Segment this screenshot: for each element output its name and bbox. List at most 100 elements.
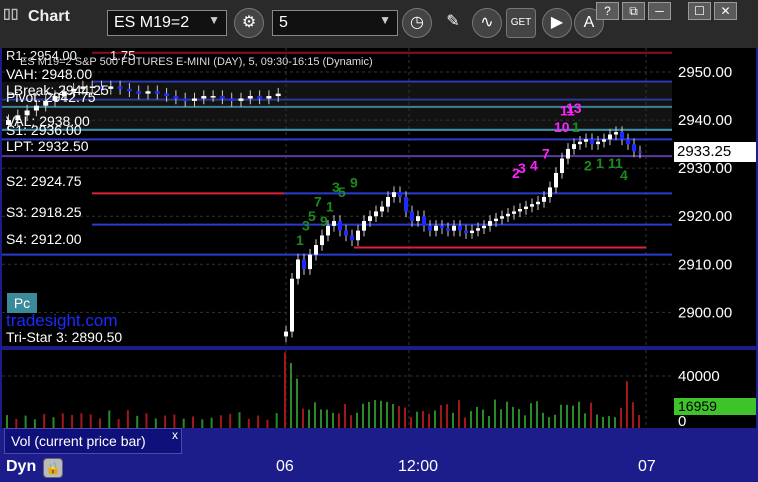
- setup-count-label: 4: [620, 167, 628, 183]
- time-axis[interactable]: Dyn 🔒 06 12:00 07: [0, 454, 758, 482]
- help-button[interactable]: ?: [596, 2, 619, 20]
- volume-bar: [6, 415, 8, 428]
- volume-bar: [626, 381, 628, 428]
- volume-bar: [61, 413, 64, 428]
- volume-bar: [332, 412, 334, 428]
- candle-up: [386, 197, 390, 207]
- setup-count-label: 7: [542, 146, 550, 162]
- volume-bar: [566, 404, 568, 428]
- price-tick-label: 2920.00: [678, 208, 732, 225]
- watermark: tradesight.com: [6, 311, 118, 330]
- chevron-down-icon: ▼: [379, 13, 391, 27]
- candle-up: [434, 225, 438, 231]
- candle-down: [302, 259, 306, 270]
- volume-bar: [362, 403, 364, 428]
- volume-bar: [458, 400, 460, 428]
- symbol-select[interactable]: ES M19=2 ▼: [107, 10, 227, 36]
- chevron-down-icon: ▼: [208, 13, 220, 27]
- volume-chart[interactable]: [2, 350, 672, 428]
- draw-button[interactable]: ✎: [438, 8, 468, 38]
- candle-up: [524, 206, 528, 210]
- candle-up: [452, 225, 456, 231]
- volume-tick-label: 0: [678, 413, 686, 428]
- price-axis[interactable]: 2950.00 2940.00 2930.00 2920.00 2910.00 2900.…: [672, 48, 756, 346]
- s4-label: S4: 2912.00: [6, 231, 82, 247]
- volume-pane[interactable]: [2, 350, 672, 428]
- price-pane[interactable]: 1 3 5 7 9 1 3 5 9 2 3 4 7 10 11 13 1 2 1 11 4 R1: 2954.00 1.…: [2, 48, 672, 346]
- candle-down: [154, 91, 160, 94]
- candle-down: [626, 139, 630, 145]
- restore-button[interactable]: ⧉: [622, 2, 645, 20]
- minimize-button[interactable]: ─: [648, 2, 671, 20]
- volume-bar: [524, 415, 526, 428]
- candle-up: [275, 93, 281, 97]
- volume-bar: [506, 401, 508, 428]
- volume-bar: [584, 413, 586, 428]
- volume-bar: [43, 414, 46, 428]
- candle-up: [108, 86, 114, 89]
- candle-down: [117, 86, 123, 89]
- setup-count-label: 7: [314, 194, 322, 210]
- maximize-button[interactable]: ☐: [688, 2, 711, 20]
- title-bar: ▯▯ Chart ES M19=2 ▼ ⚙ 5 ▼ ◷ ✎ ∿ GET ▶ A …: [0, 0, 758, 48]
- candle-down: [219, 96, 225, 99]
- candle-up: [536, 201, 540, 205]
- candle-down: [126, 88, 132, 92]
- setup-count-label: 9: [350, 174, 358, 190]
- drag-handle-icon[interactable]: ▯▯: [3, 5, 18, 22]
- candle-up: [368, 216, 372, 222]
- setup-count-label: 1: [326, 198, 334, 214]
- studies-button[interactable]: ∿: [472, 8, 502, 38]
- volume-bar: [572, 405, 574, 428]
- interval-select[interactable]: 5 ▼: [272, 10, 398, 36]
- s3-label: S3: 2918.25: [6, 204, 82, 220]
- setup-count-label: 1: [572, 119, 580, 135]
- setup-count-label: 1: [296, 232, 304, 248]
- candle-up: [238, 98, 244, 101]
- get-button[interactable]: GET: [506, 8, 536, 38]
- volume-bar: [398, 405, 400, 428]
- play-button[interactable]: ▶: [542, 8, 572, 38]
- close-button[interactable]: ✕: [714, 2, 737, 20]
- candle-up: [542, 197, 546, 202]
- setup-count-label: 9: [320, 213, 328, 229]
- candle-up: [608, 134, 612, 140]
- close-icon[interactable]: x: [172, 428, 178, 442]
- volume-bar: [210, 417, 213, 428]
- candle-up: [33, 105, 39, 111]
- clock-icon: ◷: [410, 14, 424, 31]
- dyn-label[interactable]: Dyn: [6, 458, 36, 476]
- volume-bar: [548, 417, 550, 428]
- volume-bar: [554, 414, 556, 428]
- price-tick-label: 2910.00: [678, 256, 732, 273]
- volume-bar: [33, 419, 36, 428]
- get-label: GET: [510, 17, 532, 28]
- volume-bar: [416, 411, 418, 428]
- lock-icon[interactable]: 🔒: [43, 458, 63, 478]
- volume-bar: [434, 410, 436, 428]
- volume-bar: [422, 411, 424, 428]
- volume-bar: [578, 401, 580, 428]
- pivot-label: Pivot: 2942.75: [6, 89, 96, 105]
- play-icon: ▶: [550, 14, 564, 31]
- candle-up: [506, 213, 510, 217]
- pc-button[interactable]: Pc: [7, 293, 37, 313]
- volume-bar: [314, 402, 316, 428]
- current-volume-badge: 16959: [674, 398, 756, 415]
- volume-bar: [590, 402, 592, 428]
- time-button[interactable]: ◷: [402, 8, 432, 38]
- candle-up: [488, 221, 492, 226]
- price-tick-label: 2940.00: [678, 112, 732, 129]
- volume-bar: [368, 401, 370, 428]
- candle-down: [350, 235, 354, 241]
- volume-caption[interactable]: Vol (current price bar): [4, 428, 182, 454]
- time-label-06: 06: [276, 458, 294, 475]
- interval-value: 5: [279, 14, 288, 31]
- volume-bar: [470, 411, 472, 428]
- volume-bar: [275, 413, 278, 428]
- volume-bar: [482, 409, 484, 428]
- settings-button[interactable]: ⚙: [234, 8, 264, 38]
- volume-bar: [99, 418, 101, 428]
- volume-bar: [308, 409, 310, 428]
- volume-axis[interactable]: 40000 0: [672, 350, 756, 430]
